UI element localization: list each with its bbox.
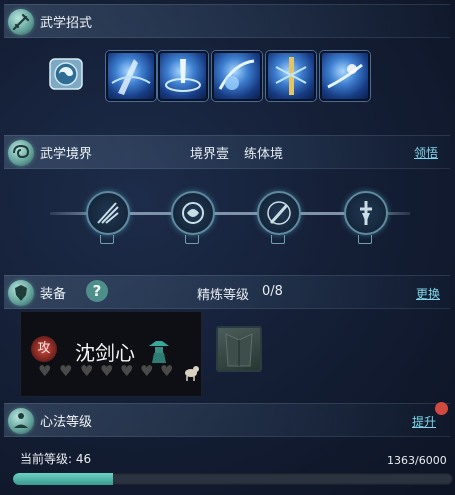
character-icon <box>148 337 170 363</box>
realm-node-4[interactable] <box>344 191 388 235</box>
skill-2-icon[interactable] <box>158 51 208 101</box>
heart-icon: ♥ <box>100 362 114 380</box>
mind-title: 心法等级 <box>40 415 93 430</box>
equip-title: 装备 <box>40 287 67 302</box>
meditation-icon <box>8 408 34 434</box>
comprehend-link[interactable]: 领悟 <box>414 144 438 161</box>
upgrade-link[interactable]: 提升 <box>412 413 436 430</box>
exp-progress-fill <box>13 473 113 485</box>
realm-node-2[interactable] <box>171 191 215 235</box>
realm-node-3-tab <box>271 235 285 244</box>
heart-icon: ♥ <box>80 362 94 380</box>
pet-icon <box>183 364 199 382</box>
robe-icon <box>225 333 253 367</box>
realm-name: 练体境 <box>244 147 284 162</box>
replace-link[interactable]: 更换 <box>416 285 440 302</box>
skill-3-icon[interactable] <box>212 51 262 101</box>
skill-1-icon[interactable] <box>106 51 156 101</box>
sword-icon <box>8 9 34 35</box>
realm-node-3[interactable] <box>257 191 301 235</box>
heart-icon: ♥ <box>160 362 174 380</box>
skills-title: 武学招式 <box>40 16 93 31</box>
exp-progress-bar <box>13 473 453 485</box>
refine-label: 精炼等级 <box>197 288 250 303</box>
heart-icon: ♥ <box>59 362 73 380</box>
notification-dot <box>435 402 448 415</box>
attack-badge: 攻 <box>31 336 57 362</box>
realm-node-1[interactable] <box>86 191 130 235</box>
mind-header: 心法等级 提升 <box>4 403 450 437</box>
equip-header: 装备 ? 精炼等级 0/8 更换 <box>4 275 450 309</box>
current-level: 当前等级: 46 <box>20 452 92 466</box>
heart-icon: ♥ <box>140 362 154 380</box>
realm-node-1-tab <box>100 235 114 244</box>
outfit-slot[interactable] <box>216 326 262 372</box>
swirl-icon <box>8 140 34 166</box>
heart-icon: ♥ <box>120 362 134 380</box>
armor-icon <box>8 280 34 306</box>
realm-label: 境界壹 <box>190 147 230 162</box>
realm-node-2-tab <box>185 235 199 244</box>
exp-value: 1363/6000 <box>387 454 447 467</box>
realm-node-4-tab <box>358 235 372 244</box>
heart-icon: ♥ <box>38 362 52 380</box>
skill-5-icon[interactable] <box>320 51 370 101</box>
refine-value: 0/8 <box>262 284 283 299</box>
realm-title: 武学境界 <box>40 147 93 162</box>
realm-header: 武学境界 境界壹 练体境 领悟 <box>4 135 450 169</box>
skills-header: 武学招式 <box>4 4 450 38</box>
help-icon[interactable]: ? <box>86 280 108 302</box>
skill-4-icon[interactable] <box>266 51 316 101</box>
skill-scroll-icon[interactable] <box>44 54 88 94</box>
